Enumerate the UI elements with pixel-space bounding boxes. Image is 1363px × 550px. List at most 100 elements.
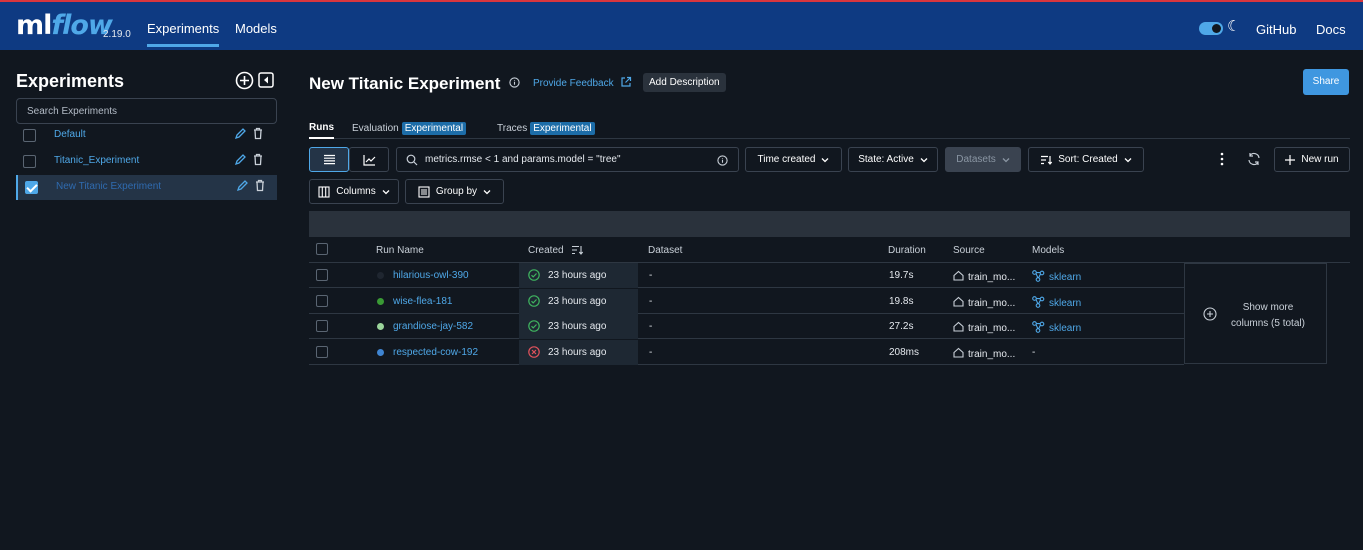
columns-dropdown[interactable]: Columns <box>309 179 399 204</box>
share-button[interactable]: Share <box>1303 69 1349 95</box>
add-description-button[interactable]: Add Description <box>643 73 726 92</box>
external-link-icon[interactable] <box>620 76 632 88</box>
experiment-checkbox[interactable] <box>23 155 36 168</box>
group-by-dropdown[interactable]: Group by <box>405 179 504 204</box>
chevron-down-icon <box>483 189 491 194</box>
model-link[interactable]: sklearn <box>1032 321 1081 334</box>
column-header-duration[interactable]: Duration <box>888 245 926 256</box>
chart-view-button[interactable] <box>349 147 389 172</box>
trash-icon[interactable] <box>252 153 264 166</box>
status-success-icon <box>528 295 540 307</box>
table-row[interactable]: respected-cow-192 23 hours ago - 208ms train… <box>309 340 1184 365</box>
experiment-name[interactable]: Default <box>54 129 86 140</box>
search-experiments-input[interactable] <box>16 98 277 124</box>
dataset-cell: - <box>649 347 653 358</box>
provide-feedback-link[interactable]: Provide Feedback <box>533 78 614 89</box>
select-all-checkbox[interactable] <box>316 243 328 255</box>
run-color-dot[interactable] <box>377 272 384 279</box>
sidebar-item-new-titanic-experiment[interactable]: New Titanic Experiment <box>16 175 277 200</box>
row-checkbox[interactable] <box>316 320 328 332</box>
sort-dropdown[interactable]: Sort: Created <box>1028 147 1144 172</box>
run-name-link[interactable]: respected-cow-192 <box>393 347 478 358</box>
experiment-name[interactable]: New Titanic Experiment <box>56 181 161 192</box>
refresh-icon <box>1248 152 1260 166</box>
column-header-created[interactable]: Created <box>528 245 584 256</box>
duration-cell: 19.7s <box>889 270 914 281</box>
table-row[interactable]: hilarious-owl-390 23 hours ago - 19.7s train… <box>309 263 1184 288</box>
info-icon[interactable] <box>717 155 728 166</box>
tabs-divider <box>309 138 1350 139</box>
trash-icon[interactable] <box>252 127 264 140</box>
refresh-button[interactable] <box>1247 152 1261 169</box>
dropdown-label: Time created <box>757 154 816 165</box>
row-checkbox[interactable] <box>316 269 328 281</box>
source-cell[interactable]: train_mo... <box>953 270 1015 283</box>
run-color-dot[interactable] <box>377 298 384 305</box>
experiment-checkbox-checked[interactable] <box>25 181 38 194</box>
sidebar-item-titanic-experiment[interactable]: Titanic_Experiment <box>16 149 277 174</box>
nav-models[interactable]: Models <box>235 21 277 36</box>
tab-traces[interactable]: Traces Experimental <box>497 122 595 135</box>
nav-experiments[interactable]: Experiments <box>147 21 220 47</box>
show-more-columns-button[interactable]: Show more columns (5 total) <box>1184 263 1327 364</box>
experiment-checkbox[interactable] <box>23 129 36 142</box>
collapse-sidebar-button[interactable] <box>258 72 274 91</box>
table-view-button[interactable] <box>309 147 349 172</box>
run-name-link[interactable]: hilarious-owl-390 <box>393 270 469 281</box>
model-icon <box>1032 270 1045 282</box>
model-link[interactable]: sklearn <box>1032 296 1081 309</box>
version-label: 2.19.0 <box>103 29 131 40</box>
mlflow-logo[interactable]: mlflow <box>16 10 113 41</box>
time-created-dropdown[interactable]: Time created <box>745 147 842 172</box>
docs-link[interactable]: Docs <box>1316 22 1346 37</box>
source-home-icon <box>953 296 964 307</box>
pencil-icon[interactable] <box>234 153 247 166</box>
table-row[interactable]: grandiose-jay-582 23 hours ago - 27.2s train… <box>309 314 1184 339</box>
create-experiment-button[interactable] <box>235 71 254 93</box>
dark-mode-toggle[interactable] <box>1199 22 1223 35</box>
status-success-icon <box>528 320 540 332</box>
model-link[interactable]: sklearn <box>1032 270 1081 283</box>
column-header-run-name[interactable]: Run Name <box>376 245 424 256</box>
created-cell: 23 hours ago <box>519 314 638 339</box>
column-header-source[interactable]: Source <box>953 245 985 256</box>
source-name: train_mo... <box>968 349 1016 360</box>
run-color-dot[interactable] <box>377 349 384 356</box>
run-color-dot[interactable] <box>377 323 384 330</box>
run-filter-input[interactable]: metrics.rmse < 1 and params.model = "tre… <box>396 147 739 172</box>
tab-label: Runs <box>309 122 334 133</box>
chevron-down-icon <box>1002 157 1010 162</box>
run-name-link[interactable]: wise-flea-181 <box>393 296 452 307</box>
created-text: 23 hours ago <box>548 321 607 332</box>
tab-evaluation[interactable]: Evaluation Experimental <box>352 122 467 135</box>
dataset-cell: - <box>649 270 653 281</box>
trash-icon[interactable] <box>254 179 266 192</box>
source-cell[interactable]: train_mo... <box>953 321 1015 334</box>
created-cell: 23 hours ago <box>519 263 638 288</box>
source-home-icon <box>953 347 964 358</box>
columns-icon <box>318 185 330 198</box>
status-icon-wrap <box>528 320 540 335</box>
experiment-name[interactable]: Titanic_Experiment <box>54 155 139 166</box>
experimental-badge: Experimental <box>530 122 595 135</box>
state-dropdown[interactable]: State: Active <box>848 147 938 172</box>
run-name-link[interactable]: grandiose-jay-582 <box>393 321 473 332</box>
column-header-dataset[interactable]: Dataset <box>648 245 682 256</box>
source-cell[interactable]: train_mo... <box>953 296 1015 309</box>
info-icon[interactable] <box>509 77 520 88</box>
dropdown-label: Group by <box>435 186 478 197</box>
new-run-button[interactable]: New run <box>1274 147 1350 172</box>
table-row[interactable]: wise-flea-181 23 hours ago - 19.8s train_mo.… <box>309 289 1184 314</box>
pencil-icon[interactable] <box>236 179 249 192</box>
column-header-models[interactable]: Models <box>1032 245 1064 256</box>
row-checkbox[interactable] <box>316 346 328 358</box>
pencil-icon[interactable] <box>234 127 247 140</box>
chevron-down-icon <box>382 189 390 194</box>
more-options-button[interactable] <box>1219 152 1225 169</box>
tab-runs[interactable]: Runs <box>309 122 334 139</box>
source-cell[interactable]: train_mo... <box>953 347 1015 360</box>
sidebar-item-default[interactable]: Default <box>16 123 277 148</box>
row-checkbox[interactable] <box>316 295 328 307</box>
github-link[interactable]: GitHub <box>1256 22 1296 37</box>
dropdown-label: Sort: Created <box>1058 154 1118 165</box>
